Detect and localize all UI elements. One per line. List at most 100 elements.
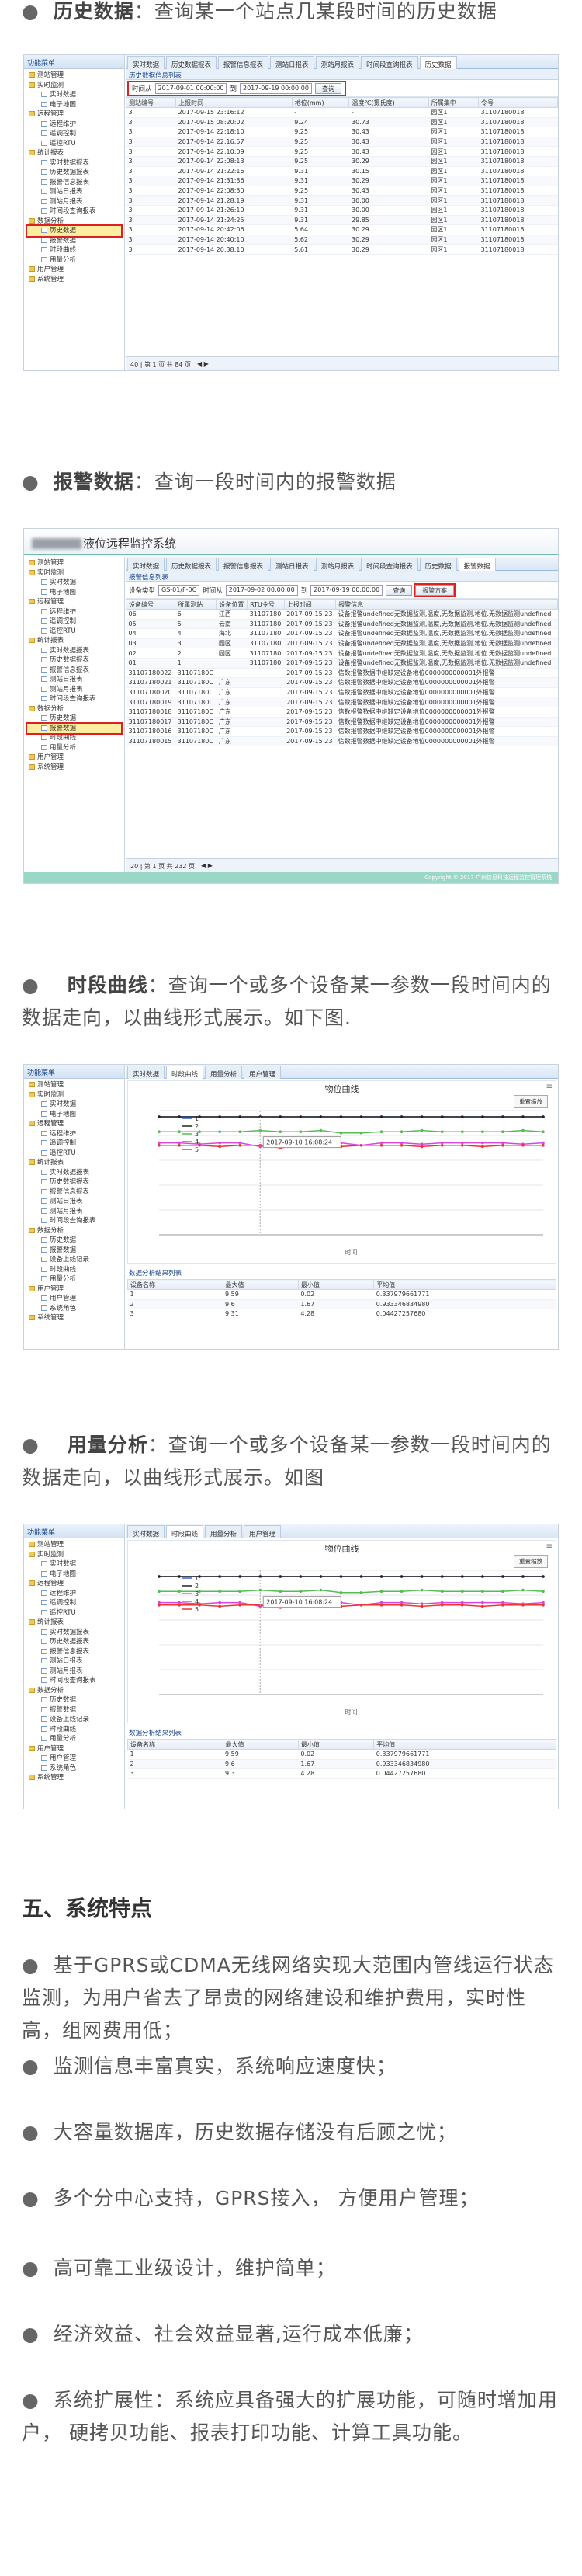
tree-item[interactable]: 实时数据报表 (27, 1628, 121, 1638)
tree-item[interactable]: 历史数据 (27, 1236, 121, 1246)
tab[interactable]: 报警信息报表 (218, 56, 269, 69)
column-header[interactable]: 最大值 (222, 1739, 299, 1750)
tree-item[interactable]: 测站日报表 (27, 1656, 121, 1667)
table-row[interactable]: 3 2017-09-14 22:16:57 9.25 30.43 园区1 31107180… (126, 137, 558, 148)
tree-item[interactable]: 系统管理 (27, 275, 121, 285)
menu-icon[interactable]: ≡ (546, 1542, 553, 1551)
tree-item[interactable]: 时间段查询报表 (27, 1676, 121, 1686)
table-row[interactable]: 3 2017-09-14 22:08:30 9.25 30.43 园区1 31107180… (126, 186, 558, 196)
time-from-input[interactable]: 2017-09-01 00:00:00 (154, 82, 227, 94)
tree-item[interactable]: 系统管理 (27, 763, 121, 773)
tree-item[interactable]: 统计报表 (27, 636, 121, 646)
tab[interactable]: 用量分析 (205, 1525, 243, 1538)
tab[interactable]: 测站月报表 (315, 558, 360, 571)
tab[interactable]: 测站日报表 (270, 558, 314, 571)
tree-item[interactable]: 远程维护 (27, 120, 121, 130)
tree-item[interactable]: 时段曲线 (27, 733, 121, 743)
pager[interactable]: 40 | 第 1 页 共 84 页 ◀ ▶ (126, 356, 558, 370)
tree-item[interactable]: 实时监测 (27, 1090, 121, 1100)
table-row[interactable]: 3 2017-09-15 08:20:02 9.24 30.73 园区1 31107180… (126, 117, 558, 128)
tree-item[interactable]: 实时监测 (27, 81, 121, 91)
tree-item[interactable]: 测站月报表 (27, 685, 121, 695)
table-row[interactable]: 02 2 园区 31107180 2017-09-15 23 设备报警undefined无… (126, 648, 558, 659)
column-header[interactable]: 设备名称 (127, 1739, 223, 1750)
tree-item[interactable]: 测站月报表 (27, 1667, 121, 1677)
tree-item[interactable]: 实时数据报表 (27, 1168, 121, 1178)
column-header[interactable]: 平均值 (373, 1279, 556, 1290)
table-row[interactable]: 1 9.59 0.02 0.337979661771 (127, 1749, 556, 1760)
tree-item[interactable]: 电子地图 (27, 100, 121, 110)
tree-item[interactable]: 实时数据 (27, 1100, 121, 1110)
tab[interactable]: 历史数据报表 (166, 558, 217, 571)
tree-item[interactable]: 遥控RTU (27, 627, 121, 637)
table-row[interactable]: 3 2017-09-14 21:28:19 9.31 30.00 园区1 31107180… (126, 195, 558, 206)
tree-item[interactable]: 报警数据 (27, 1246, 121, 1256)
tree-item[interactable]: 历史数据 (26, 224, 123, 238)
table-row[interactable]: 3 9.31 4.28 0.04427257680 (127, 1768, 556, 1779)
table-row[interactable]: 03 3 园区 31107180 2017-09-15 23 设备报警undefined无… (126, 638, 558, 649)
tree-item[interactable]: 设备上线记录 (27, 1715, 121, 1725)
tree-item[interactable]: 报警信息报表 (27, 178, 121, 188)
tree-item[interactable]: 实时数据 (27, 578, 121, 588)
table-row[interactable]: 06 6 江西 31107180 2017-09-15 23 设备报警undefined无… (126, 609, 558, 620)
alarm-export-button[interactable]: 报警方案 (414, 582, 456, 597)
tab[interactable]: 测站日报表 (270, 56, 314, 69)
table-row[interactable]: 31107180021 31107180C 广东 2017-09-15 23 信数报警数… (126, 677, 558, 688)
tree-item[interactable]: 实时监测 (27, 1550, 121, 1560)
tab[interactable]: 时段曲线 (166, 1066, 204, 1079)
tree-item[interactable]: 历史数据报表 (27, 1637, 121, 1647)
tab[interactable]: 测站月报表 (315, 56, 360, 69)
tree-item[interactable]: 时间段查询报表 (27, 694, 121, 704)
table-row[interactable]: 31107180017 31107180C 广东 2017-09-15 23 信数报警数… (126, 717, 558, 728)
tree-item[interactable]: 数据分析 (27, 1686, 121, 1696)
tab[interactable]: 用户管理 (244, 1066, 282, 1079)
column-header[interactable]: 上报时间 (283, 599, 337, 610)
tree-item[interactable]: 历史数据报表 (27, 168, 121, 178)
column-header[interactable]: 平均值 (373, 1739, 556, 1750)
tree-item[interactable]: 历史数据报表 (27, 655, 121, 666)
tree-item[interactable]: 实时数据报表 (27, 158, 121, 169)
tree-item[interactable]: 报警数据 (27, 1705, 121, 1716)
line-chart[interactable]: 12345时间2017-09-10 16:08:24 (128, 1555, 556, 1722)
tab[interactable]: 用户管理 (244, 1525, 282, 1538)
tree-item[interactable]: 实时监测 (27, 568, 121, 579)
tab[interactable]: 报警信息报表 (218, 558, 269, 571)
tree-item[interactable]: 报警信息报表 (27, 666, 121, 676)
tree-item[interactable]: 用户管理 (27, 265, 121, 275)
tab[interactable]: 实时数据 (127, 56, 165, 69)
query-button[interactable]: 查询 (386, 584, 413, 596)
tree-item[interactable]: 统计报表 (27, 1158, 121, 1168)
tree-item[interactable]: 远程管理 (27, 1119, 121, 1129)
tree-item[interactable]: 数据分析 (27, 704, 121, 714)
tree-item[interactable]: 远程管理 (27, 597, 121, 607)
tab[interactable]: 实时数据 (127, 558, 165, 571)
tree-item[interactable]: 测站月报表 (27, 1207, 121, 1217)
table-row[interactable]: 1 9.59 0.02 0.337979661771 (127, 1289, 556, 1300)
tree-item[interactable]: 时段曲线 (27, 1725, 121, 1735)
tree-item[interactable]: 遥调控制 (27, 1139, 121, 1149)
tree-item[interactable]: 电子地图 (27, 1570, 121, 1580)
tree-item[interactable]: 用户管理 (27, 1294, 121, 1304)
tree-item[interactable]: 用量分析 (27, 1274, 121, 1285)
table-row[interactable]: 3 2017-09-14 21:22:16 9.31 30.15 园区1 31107180… (126, 166, 558, 177)
column-header[interactable]: 测站编号 (125, 97, 177, 108)
tree-item[interactable]: 用户管理 (27, 753, 121, 763)
tree-item[interactable]: 报警数据 (26, 721, 123, 735)
table-row[interactable]: 31107180015 31107180C 广东 2017-09-15 23 信数报警数… (126, 736, 558, 747)
tree-item[interactable]: 用量分析 (27, 256, 121, 266)
tab[interactable]: 时间段查询报表 (361, 56, 418, 69)
tree-item[interactable]: 测站日报表 (27, 675, 121, 685)
table-row[interactable]: 31107180022 31107180C 2017-09-15 23 信数报警数据中… (126, 668, 558, 679)
column-header[interactable]: 最大值 (222, 1279, 299, 1290)
menu-icon[interactable]: ≡ (546, 1083, 553, 1091)
tab[interactable]: 报警数据 (458, 558, 496, 571)
table-row[interactable]: 2 9.6 1.67 0.933346834980 (127, 1299, 556, 1310)
column-header[interactable]: 最小值 (297, 1279, 375, 1290)
tab[interactable]: 实时数据 (127, 1066, 165, 1079)
tree-item[interactable]: 用量分析 (27, 743, 121, 753)
table-row[interactable]: 3 2017-09-14 20:42:06 5.64 30.29 园区1 31107180… (126, 224, 558, 235)
tree-item[interactable]: 数据分析 (27, 217, 121, 227)
column-header[interactable]: 所属集中 (428, 97, 479, 108)
tree-item[interactable]: 测站管理 (27, 1540, 121, 1550)
column-header[interactable]: 令号 (477, 97, 558, 108)
